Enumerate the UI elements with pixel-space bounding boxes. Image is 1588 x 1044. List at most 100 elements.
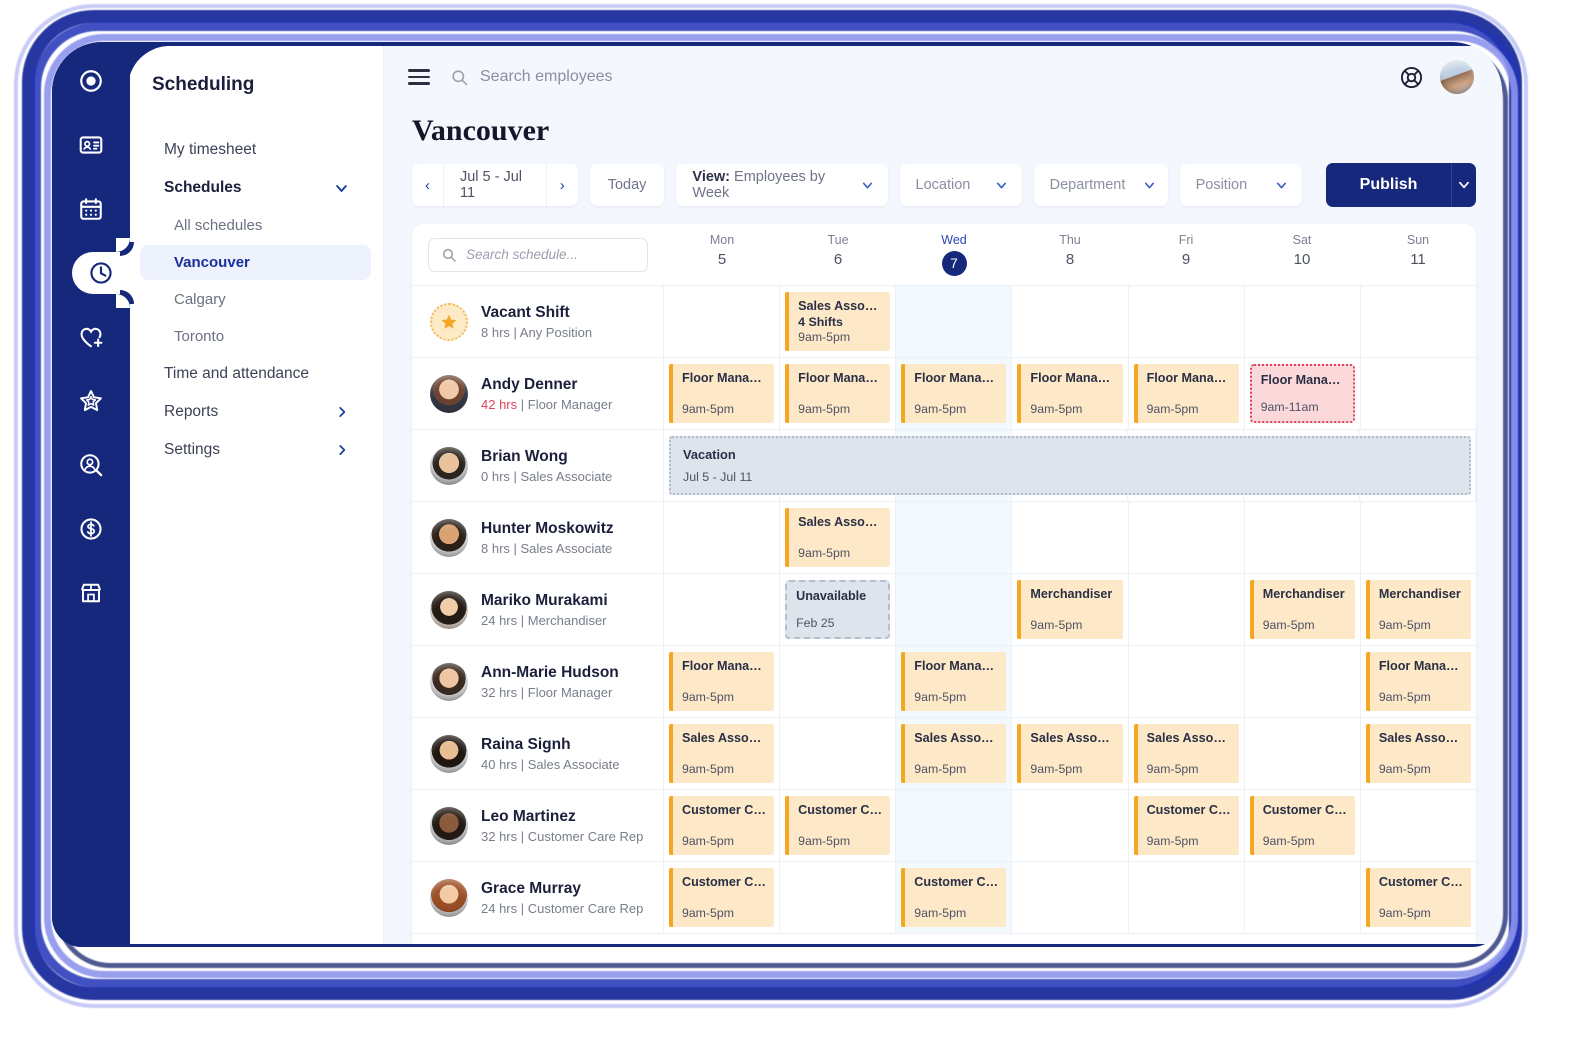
employee-cell[interactable]: Hunter Moskowitz 8 hrs | Sales Associate: [412, 502, 664, 573]
shift-chip[interactable]: Floor Manager 9am-5pm: [1133, 364, 1239, 423]
schedule-cell[interactable]: Floor Manager 9am-5pm: [1361, 646, 1476, 717]
sidebar-item-toronto[interactable]: Toronto: [140, 319, 371, 354]
schedule-cell[interactable]: [1245, 286, 1361, 357]
employee-cell[interactable]: Ann-Marie Hudson 32 hrs | Floor Manager: [412, 646, 664, 717]
sidebar-item-settings[interactable]: Settings: [140, 432, 371, 468]
rail-heart-plus-icon[interactable]: [70, 316, 112, 358]
schedule-cell[interactable]: [664, 286, 781, 357]
schedule-cell[interactable]: Merchandiser 9am-5pm: [1012, 574, 1129, 645]
shift-chip[interactable]: Sales Associate 9am-5pm: [1365, 724, 1471, 783]
shift-chip[interactable]: Customer Care... 9am-5pm: [1249, 796, 1355, 855]
sidebar-item-time-and-attendance[interactable]: Time and attendance: [140, 356, 371, 392]
shift-chip[interactable]: Sales Associate 9am-5pm: [669, 724, 775, 783]
schedule-cell[interactable]: Customer Care... 9am-5pm: [664, 862, 781, 933]
schedule-cell[interactable]: [896, 286, 1013, 357]
schedule-cell[interactable]: Floor Manager 9am-5pm: [896, 358, 1013, 429]
schedule-cell[interactable]: [780, 718, 897, 789]
day-header-sat[interactable]: Sat 10: [1244, 233, 1360, 276]
shift-chip-conflict[interactable]: Floor Manager 9am-11am: [1249, 364, 1355, 423]
position-filter[interactable]: Position: [1179, 164, 1302, 206]
employee-cell[interactable]: Andy Denner 42 hrs | Floor Manager: [412, 358, 664, 429]
shift-chip[interactable]: Floor Manager 9am-5pm: [901, 364, 1007, 423]
schedule-cell[interactable]: [1361, 502, 1476, 573]
sidebar-item-reports[interactable]: Reports: [140, 394, 371, 430]
shift-chip[interactable]: Sales Associate 9am-5pm: [1017, 724, 1123, 783]
schedule-cell[interactable]: [780, 646, 897, 717]
schedule-cell[interactable]: [1245, 646, 1361, 717]
employee-cell[interactable]: Leo Martinez 32 hrs | Customer Care Rep: [412, 790, 664, 861]
shift-chip[interactable]: Floor Manager 9am-5pm: [669, 364, 775, 423]
shift-chip[interactable]: Floor Manager 9am-5pm: [1017, 364, 1123, 423]
rail-dollar-circle-icon[interactable]: [70, 508, 112, 550]
next-week-button[interactable]: ›: [547, 164, 578, 206]
shift-chip[interactable]: Floor Manager 9am-5pm: [785, 364, 891, 423]
schedule-cell[interactable]: Customer Care... 9am-5pm: [1245, 790, 1361, 861]
day-header-thu[interactable]: Thu 8: [1012, 233, 1128, 276]
shift-chip[interactable]: Customer Care... 9am-5pm: [1365, 868, 1471, 927]
rail-logo-icon[interactable]: [70, 60, 112, 102]
schedule-cell[interactable]: [1012, 502, 1129, 573]
publish-dropdown-button[interactable]: [1451, 163, 1476, 207]
schedule-cell[interactable]: [1361, 358, 1476, 429]
schedule-cell[interactable]: [1012, 862, 1129, 933]
shift-chip[interactable]: Merchandiser 9am-5pm: [1249, 580, 1355, 639]
schedule-cell[interactable]: Floor Manager 9am-5pm: [1012, 358, 1129, 429]
schedule-cell[interactable]: [896, 574, 1013, 645]
schedule-cell[interactable]: Floor Manager 9am-5pm: [780, 358, 897, 429]
schedule-cell[interactable]: [896, 502, 1013, 573]
schedule-cell[interactable]: Sales Associate 9am-5pm: [1361, 718, 1476, 789]
shift-chip[interactable]: Merchandiser 9am-5pm: [1365, 580, 1471, 639]
sidebar-item-calgary[interactable]: Calgary: [140, 282, 371, 317]
time-off-block[interactable]: Vacation Jul 5 - Jul 11: [669, 436, 1471, 495]
schedule-cell[interactable]: Merchandiser 9am-5pm: [1245, 574, 1361, 645]
schedule-cell[interactable]: [1129, 574, 1245, 645]
schedule-cell[interactable]: [1129, 502, 1245, 573]
day-header-fri[interactable]: Fri 9: [1128, 233, 1244, 276]
schedule-cell[interactable]: Floor Manager 9am-5pm: [896, 646, 1013, 717]
schedule-cell[interactable]: [1245, 502, 1361, 573]
schedule-cell[interactable]: Customer Care... 9am-5pm: [896, 862, 1013, 933]
location-filter[interactable]: Location: [899, 164, 1022, 206]
sidebar-item-vancouver[interactable]: Vancouver: [140, 245, 371, 280]
sidebar-item-schedules[interactable]: Schedules: [140, 170, 371, 206]
schedule-cell[interactable]: [896, 790, 1013, 861]
schedule-cell[interactable]: Sales Associate 9am-5pm: [780, 502, 897, 573]
user-avatar[interactable]: [1440, 60, 1474, 94]
day-header-sun[interactable]: Sun 11: [1360, 233, 1476, 276]
schedule-cell[interactable]: [1361, 286, 1476, 357]
schedule-cell[interactable]: Sales Associate 9am-5pm: [1012, 718, 1129, 789]
schedule-cell[interactable]: Customer Care... 9am-5pm: [1361, 862, 1476, 933]
schedule-cell[interactable]: [1245, 718, 1361, 789]
shift-chip[interactable]: Sales Associate 4 Shifts9am-5pm: [785, 292, 891, 351]
schedule-cell[interactable]: [1012, 286, 1129, 357]
schedule-cell[interactable]: [780, 862, 897, 933]
schedule-cell[interactable]: [1245, 862, 1361, 933]
schedule-cell[interactable]: Customer Care... 9am-5pm: [1129, 790, 1245, 861]
employee-cell[interactable]: Mariko Murakami 24 hrs | Merchandiser: [412, 574, 664, 645]
employee-search[interactable]: Search employees: [450, 68, 1383, 87]
employee-cell[interactable]: Raina Signh 40 hrs | Sales Associate: [412, 718, 664, 789]
sidebar-item-my-timesheet[interactable]: My timesheet: [140, 132, 371, 168]
shift-chip[interactable]: Customer Care... 9am-5pm: [785, 796, 891, 855]
schedule-cell[interactable]: [664, 502, 781, 573]
shift-chip[interactable]: Sales Associate 9am-5pm: [901, 724, 1007, 783]
sidebar-item-all-schedules[interactable]: All schedules: [140, 208, 371, 243]
schedule-cell[interactable]: [1129, 862, 1245, 933]
shift-chip[interactable]: Merchandiser 9am-5pm: [1017, 580, 1123, 639]
day-header-mon[interactable]: Mon 5: [664, 233, 780, 276]
rail-id-card-icon[interactable]: [70, 124, 112, 166]
shift-chip[interactable]: Customer Care... 9am-5pm: [901, 868, 1007, 927]
shift-chip[interactable]: Customer Care... 9am-5pm: [669, 796, 775, 855]
shift-chip[interactable]: Floor Manager 9am-5pm: [669, 652, 775, 711]
employee-cell[interactable]: Vacant Shift 8 hrs | Any Position: [412, 286, 664, 357]
schedule-cell[interactable]: Sales Associate 4 Shifts9am-5pm: [780, 286, 897, 357]
employee-cell[interactable]: Brian Wong 0 hrs | Sales Associate: [412, 430, 664, 501]
schedule-cell[interactable]: Floor Manager 9am-5pm: [664, 358, 781, 429]
schedule-cell[interactable]: Floor Manager 9am-11am: [1245, 358, 1361, 429]
schedule-search-input[interactable]: Search schedule...: [428, 237, 648, 272]
schedule-cell[interactable]: Merchandiser 9am-5pm: [1361, 574, 1476, 645]
shift-chip[interactable]: Floor Manager 9am-5pm: [901, 652, 1007, 711]
schedule-cell[interactable]: [1129, 646, 1245, 717]
schedule-cell[interactable]: Customer Care... 9am-5pm: [780, 790, 897, 861]
shift-chip[interactable]: Sales Associate 9am-5pm: [1133, 724, 1239, 783]
